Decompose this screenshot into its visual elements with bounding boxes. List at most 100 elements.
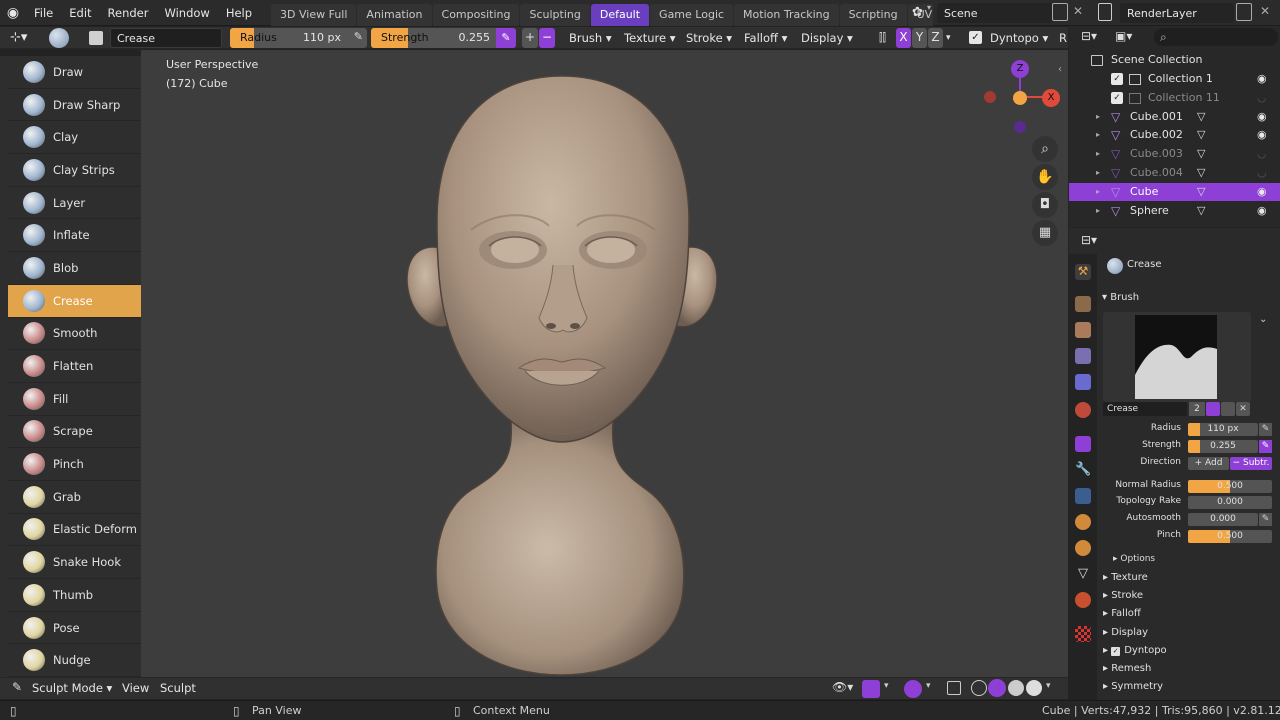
gizmo-z-axis[interactable]: Z [1011,60,1029,78]
outliner-row-cube-001[interactable]: ▸ ▽ Cube.001 ▽ ◉ [1069,108,1280,127]
outliner-row-cube-003[interactable]: ▸ ▽ Cube.003 ▽ ◡ [1069,145,1280,164]
material-shading-icon[interactable] [1008,680,1024,696]
section-stroke[interactable]: ▸ Stroke [1103,590,1143,601]
tool-nudge[interactable]: Nudge [8,644,141,678]
3d-viewport[interactable]: User Perspective (172) Cube Z X ‹ ⌕ ✋ ◘ … [141,50,1068,677]
exclude-checkbox[interactable]: ✓ [1111,73,1123,85]
tool-pose[interactable]: Pose [8,612,141,645]
section-dyntopo[interactable]: ▸ ✓ Dyntopo [1103,645,1167,656]
new-scene-icon[interactable] [1052,3,1068,21]
section-symmetry[interactable]: ▸ Symmetry [1103,681,1163,692]
scene-name-field[interactable]: Scene [937,3,1053,23]
mesh-data-icon[interactable]: ▽ [1197,108,1205,127]
tool-inflate[interactable]: Inflate [8,219,141,253]
sculpt-head-model[interactable] [141,50,1068,677]
xray-toggle-icon[interactable] [947,681,961,695]
tool-clay[interactable]: Clay [8,121,141,155]
pan-hand-icon[interactable]: ✋ [1032,164,1058,190]
pressure-pen-icon[interactable]: ✎ [1259,423,1272,436]
gizmo-toggle-icon[interactable] [862,680,880,698]
radius-slider[interactable]: Radius 110 px ✎ [230,28,367,48]
chevron-down-icon[interactable]: ▾ [1046,681,1051,691]
tool-crease[interactable]: Crease [8,284,141,318]
direction-subtract-button[interactable]: − Subtr. [1230,457,1272,470]
tool-thumb[interactable]: Thumb [8,579,141,612]
dyntopo-dropdown[interactable]: Dyntopo ▾ [990,28,1048,48]
display-mode-icon[interactable]: ▣▾ [1115,29,1132,43]
gizmo-neg-x-axis[interactable] [984,91,996,103]
mesh-data-icon[interactable]: ▽ [1197,183,1205,202]
tool-draw-sharp[interactable]: Draw Sharp [8,89,141,122]
camera-icon[interactable]: ◘ [1032,192,1058,218]
visibility-eye-icon[interactable]: ◡ [1257,89,1267,108]
visibility-eye-icon[interactable]: ◉ [1257,108,1267,127]
workspace-tab-sculpting[interactable]: Sculpting [520,3,590,26]
tool-tab-icon[interactable]: ⚒ [1075,264,1091,280]
workspace-tab-motion-tracking[interactable]: Motion Tracking [734,3,839,26]
texture-dropdown[interactable]: Texture ▾ [624,28,676,48]
editor-type-icon[interactable]: ⊟▾ [1081,233,1097,247]
pressure-pen-icon[interactable]: ✎ [354,30,363,43]
gizmo-neg-z-axis[interactable] [1014,121,1026,133]
blender-logo-icon[interactable]: ◉ [0,5,26,21]
mirror-x-toggle[interactable]: X [896,28,911,48]
add-direction-button[interactable]: + [522,28,538,48]
output-tab-icon[interactable] [1075,322,1091,338]
display-dropdown[interactable]: Display ▾ [801,28,853,48]
workspace-tab-default[interactable]: Default [590,3,650,26]
workspace-tab-animation[interactable]: Animation [357,3,432,26]
section-falloff[interactable]: ▸ Falloff [1103,608,1141,619]
mesh-data-icon[interactable]: ▽ [1197,145,1205,164]
visibility-eye-icon[interactable]: ◡ [1257,145,1267,164]
normal-radius-slider[interactable]: 0.500 [1188,480,1272,493]
tool-icon[interactable]: ⊹▾ [10,28,27,48]
rendered-shading-icon[interactable] [1026,680,1042,696]
pressure-pen-icon[interactable]: ✎ [1259,513,1272,526]
chevron-down-icon[interactable]: ⌄ [1259,314,1267,325]
workspace-tab-3d-view-full[interactable]: 3D View Full [271,3,357,26]
tool-grab[interactable]: Grab [8,481,141,514]
view-layer-tab-icon[interactable] [1075,348,1091,364]
workspace-tab-scripting[interactable]: Scripting [839,3,907,26]
brush-users-count[interactable]: 2 [1189,402,1205,416]
scene-tab-icon[interactable] [1075,374,1091,390]
tool-elastic-deform[interactable]: Elastic Deform [8,514,141,547]
brush-name-field[interactable]: Crease [1103,402,1187,416]
mesh-data-icon[interactable]: ▽ [1197,202,1205,221]
visibility-eye-icon[interactable]: ◉ [1257,126,1267,145]
grid-view-icon[interactable]: ▦ [1032,220,1058,246]
render-layer-field[interactable]: RenderLayer [1120,3,1234,23]
mesh-data-tab-icon[interactable]: ▽ [1075,566,1091,582]
chevron-down-icon[interactable]: ▾ [946,28,951,48]
pinch-slider[interactable]: 0.500 [1188,530,1272,543]
zoom-icon[interactable]: ⌕ [1032,136,1058,162]
world-tab-icon[interactable] [1075,402,1091,418]
expand-arrow-icon[interactable]: ▸ [1096,202,1100,221]
mesh-data-icon[interactable]: ▽ [1197,164,1205,183]
outliner-row-cube-004[interactable]: ▸ ▽ Cube.004 ▽ ◡ [1069,164,1280,183]
gizmo-x-axis[interactable]: X [1042,89,1060,107]
expand-arrow-icon[interactable]: ▸ [1096,126,1100,145]
subtract-direction-button[interactable]: − [539,28,555,48]
expand-arrow-icon[interactable]: ▸ [1096,108,1100,127]
solid-shading-icon[interactable] [988,679,1006,697]
brush-preview-icon[interactable] [49,28,69,48]
texture-tab-icon[interactable] [1075,626,1091,642]
workspace-tab-game-logic[interactable]: Game Logic [650,3,734,26]
outliner-row-cube-002[interactable]: ▸ ▽ Cube.002 ▽ ◉ [1069,126,1280,145]
particles-tab-icon[interactable] [1075,488,1091,504]
modifier-wrench-icon[interactable]: 🔧 [1075,462,1091,478]
duplicate-brush-icon[interactable] [1221,402,1235,416]
close-icon[interactable]: ✕ [1073,4,1083,18]
section-display[interactable]: ▸ Display [1103,627,1148,638]
material-tab-icon[interactable] [1075,592,1091,608]
visibility-eye-icon[interactable]: ◉ [1257,70,1267,89]
tool-clay-strips[interactable]: Clay Strips [8,154,141,187]
overlays-toggle-icon[interactable] [904,680,922,698]
menu-render[interactable]: Render [100,0,157,26]
gizmo-y-axis[interactable] [1013,91,1027,105]
tool-fill[interactable]: Fill [8,383,141,416]
pressure-pen-icon[interactable]: ✎ [496,28,516,48]
editor-type-icon[interactable]: ⊟▾ [1081,29,1097,43]
view-menu[interactable]: View [122,681,149,695]
